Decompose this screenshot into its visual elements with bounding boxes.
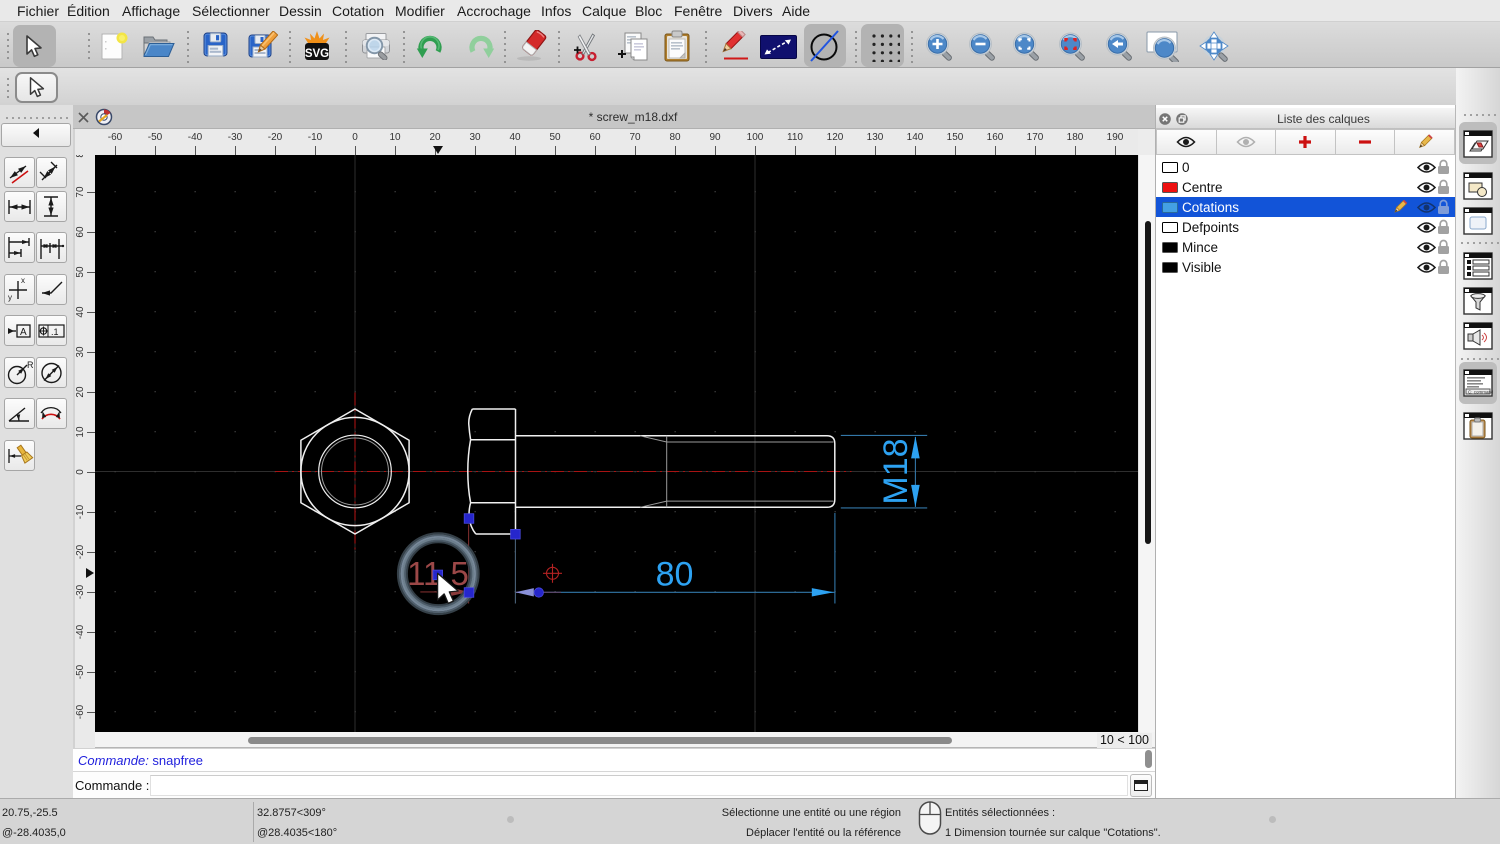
svg-text:A: A [20,327,27,338]
svg-text:R: R [27,360,34,370]
svg-text:C: command: C: command [1468,390,1493,395]
svg-text:x: x [21,276,25,285]
svg-text:80: 80 [656,556,694,594]
svg-text:y: y [8,293,12,302]
svg-text:.1: .1 [51,327,59,337]
svg-text:M18: M18 [877,438,915,504]
svg-text:SVG: SVG [305,48,329,60]
